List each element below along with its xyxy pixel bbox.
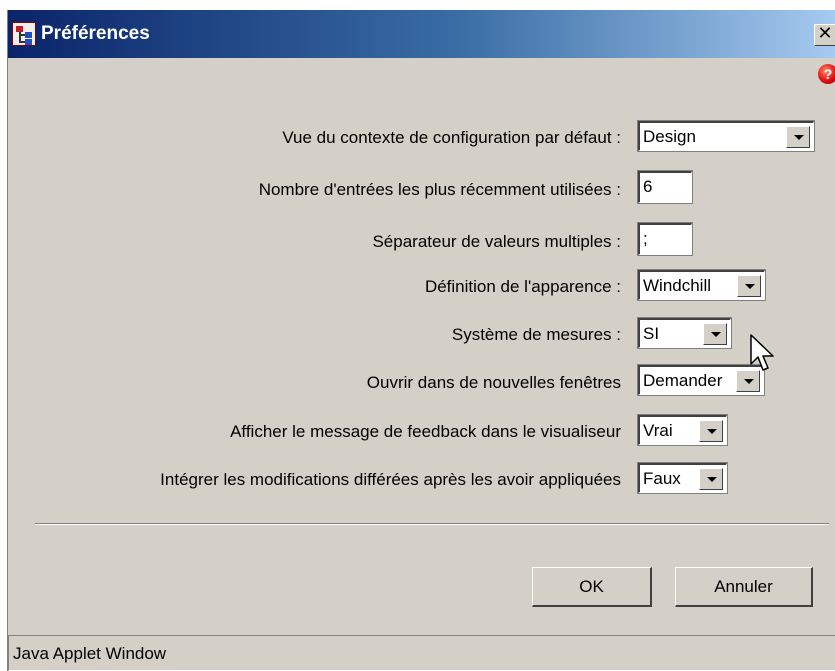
default-config-view-label: Vue du contexte de configuration par déf… bbox=[282, 128, 621, 147]
show-feedback-select[interactable]: Vrai bbox=[637, 414, 728, 446]
chevron-down-icon[interactable] bbox=[699, 468, 723, 490]
default-config-view-select[interactable]: Design bbox=[637, 120, 815, 152]
chevron-down-icon[interactable] bbox=[737, 275, 761, 297]
show-feedback-value: Vrai bbox=[643, 421, 673, 440]
status-text: Java Applet Window bbox=[13, 644, 167, 663]
integrate-deferred-select[interactable]: Faux bbox=[637, 462, 728, 494]
cancel-button[interactable]: Annuler bbox=[675, 567, 813, 607]
help-icon[interactable]: ? bbox=[818, 64, 835, 84]
measurement-system-value: SI bbox=[643, 324, 660, 343]
multi-value-separator-field[interactable]: ; bbox=[637, 222, 693, 256]
status-bar: Java Applet Window bbox=[8, 635, 835, 671]
appearance-definition-label: Définition de l'apparence : bbox=[424, 277, 621, 296]
chevron-down-icon[interactable] bbox=[703, 323, 727, 345]
integrate-deferred-label: Intégrer les modifications différées apr… bbox=[160, 470, 621, 489]
applet-icon bbox=[12, 22, 36, 46]
ok-button[interactable]: OK bbox=[532, 567, 652, 607]
mouse-pointer-icon bbox=[750, 334, 774, 371]
measurement-system-select[interactable]: SI bbox=[637, 317, 732, 349]
open-new-windows-select[interactable]: Demander bbox=[637, 364, 765, 396]
open-new-windows-label: Ouvrir dans de nouvelles fenêtres bbox=[366, 373, 621, 392]
chevron-down-icon[interactable] bbox=[786, 126, 810, 148]
chevron-down-icon[interactable] bbox=[699, 420, 723, 442]
preferences-dialog: Préférences ✕ ? Vue du contexte de confi… bbox=[7, 10, 835, 671]
multi-value-separator-label: Séparateur de valeurs multiples : bbox=[372, 232, 621, 251]
open-new-windows-value: Demander bbox=[643, 371, 723, 390]
integrate-deferred-value: Faux bbox=[643, 469, 681, 488]
title-bar[interactable]: Préférences ✕ bbox=[8, 10, 835, 58]
measurement-system-label: Système de mesures : bbox=[451, 325, 621, 344]
recent-entries-field[interactable]: 6 bbox=[637, 170, 693, 204]
show-feedback-label: Afficher le message de feedback dans le … bbox=[230, 422, 621, 441]
window-title: Préférences bbox=[41, 23, 150, 44]
close-icon[interactable]: ✕ bbox=[814, 24, 835, 46]
recent-entries-label: Nombre d'entrées les plus récemment util… bbox=[258, 180, 621, 199]
divider bbox=[35, 523, 829, 525]
default-config-view-value: Design bbox=[643, 127, 696, 146]
appearance-definition-value: Windchill bbox=[643, 276, 712, 295]
appearance-definition-select[interactable]: Windchill bbox=[637, 269, 766, 301]
